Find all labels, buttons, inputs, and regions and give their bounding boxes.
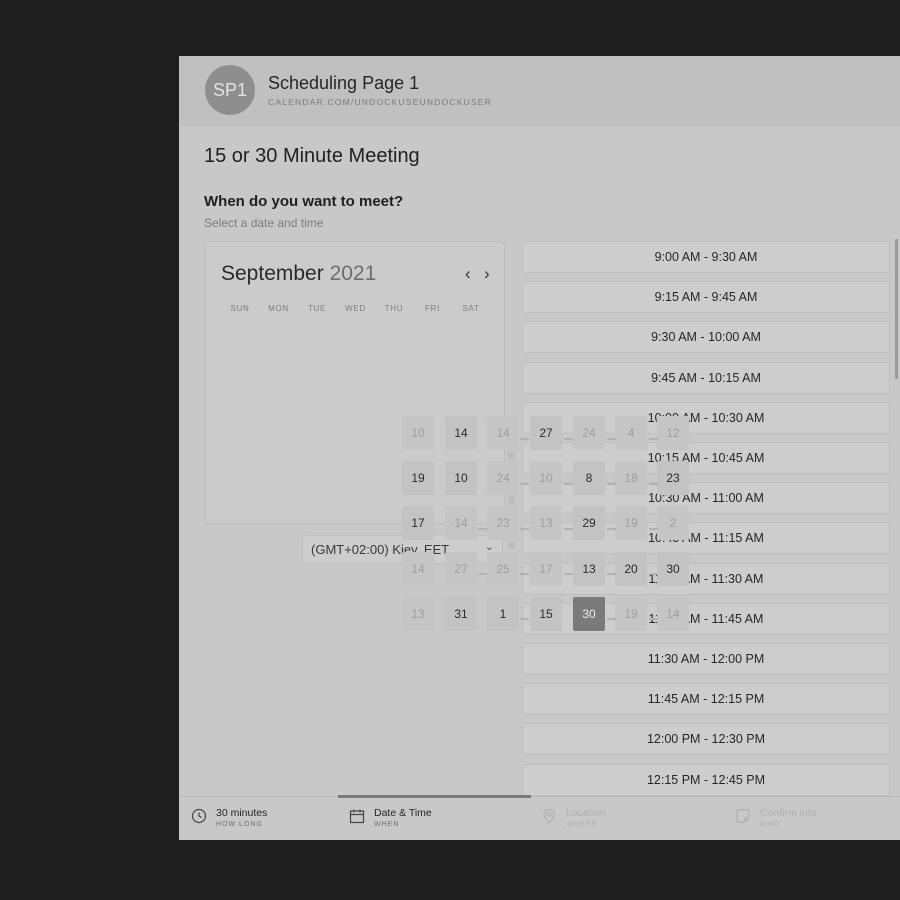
weekday-label: THU xyxy=(384,304,404,313)
time-slot-button[interactable]: 9:00 AM - 9:30 AM xyxy=(522,241,890,273)
calendar-month-label: September 2021 xyxy=(221,262,376,286)
calendar-day[interactable]: 19 xyxy=(615,506,647,540)
calendar-day[interactable]: 29 xyxy=(573,506,605,540)
calendar-day[interactable]: 27 xyxy=(530,416,562,450)
calendar-day[interactable]: 13 xyxy=(402,597,434,631)
calendar-day[interactable]: 8 xyxy=(573,461,605,495)
step-caption: WHERE xyxy=(566,821,598,828)
weekday-label: WED xyxy=(345,304,366,313)
step-progress-bar xyxy=(338,795,531,798)
scheduling-page-name: Scheduling Page 1 xyxy=(268,73,420,93)
step-label: 30 minutes xyxy=(216,807,268,819)
calendar-day[interactable]: 23 xyxy=(657,461,689,495)
time-slot-button[interactable]: 9:45 AM - 10:15 AM xyxy=(522,361,890,394)
time-slot-button[interactable]: 11:30 AM - 12:00 PM xyxy=(522,643,890,675)
step-caption: WHEN xyxy=(374,821,400,828)
scheduling-page-url: CALENDAR.COM/UNDOCKUSEUNDOCKUSER xyxy=(268,97,493,107)
weekday-label: SUN xyxy=(230,304,250,313)
chevron-left-icon[interactable]: ‹ xyxy=(465,264,471,284)
calendar-day[interactable]: 13 xyxy=(573,552,605,586)
step-label: Date & Time xyxy=(374,807,432,819)
calendar-day[interactable]: 1 xyxy=(487,597,519,631)
calendar-day[interactable]: 10 xyxy=(402,416,434,450)
calendar-day[interactable]: 17 xyxy=(530,552,562,586)
calendar-day[interactable]: 12 xyxy=(657,416,689,450)
time-slot-button[interactable]: 11:45 AM - 12:15 PM xyxy=(522,683,890,716)
calendar-day[interactable]: 27 xyxy=(445,552,477,586)
calendar-year: 2021 xyxy=(329,262,377,285)
calendar-day[interactable]: 15 xyxy=(530,597,562,631)
calendar-day[interactable]: 18 xyxy=(615,461,647,495)
time-slot-button[interactable]: 9:15 AM - 9:45 AM xyxy=(522,281,890,314)
chevron-right-icon[interactable]: › xyxy=(484,264,490,284)
calendar-day[interactable]: 10 xyxy=(530,461,562,495)
time-slot-button[interactable]: 12:15 PM - 12:45 PM xyxy=(522,763,890,796)
weekday-label: TUE xyxy=(307,304,327,313)
calendar-day[interactable]: 20 xyxy=(615,552,647,586)
section-question: When do you want to meet? xyxy=(204,193,404,210)
page-title: 15 or 30 Minute Meeting xyxy=(204,145,420,167)
step-caption: WHO xyxy=(760,821,781,828)
calendar-day[interactable]: 2 xyxy=(657,506,689,540)
page-header: SP1 Scheduling Page 1 CALENDAR.COM/UNDOC… xyxy=(179,56,900,126)
weekday-label: MON xyxy=(268,304,289,313)
weekday-label: FRI xyxy=(425,304,440,313)
calendar-day[interactable]: 13 xyxy=(530,506,562,540)
calendar-day[interactable]: 4 xyxy=(615,416,647,450)
step-label: Location xyxy=(566,807,606,819)
time-slot-button[interactable]: 12:00 PM - 12:30 PM xyxy=(522,723,890,756)
step-footer: 30 minutes HOW LONG Date & Time WHEN Locatio… xyxy=(179,795,900,840)
calendar-day[interactable]: 17 xyxy=(402,506,434,540)
calendar-month: September xyxy=(221,262,324,285)
calendar-day[interactable]: 14 xyxy=(445,416,477,450)
avatar: SP1 xyxy=(205,65,255,115)
calendar-day[interactable]: 25 xyxy=(487,552,519,586)
calendar-day[interactable]: 19 xyxy=(402,461,434,495)
section-subtitle: Select a date and time xyxy=(204,216,324,230)
scrollbar[interactable] xyxy=(895,239,898,379)
step-label: Confirm info xyxy=(760,807,817,819)
calendar-day[interactable]: 10 xyxy=(445,461,477,495)
calendar-day[interactable]: 19 xyxy=(615,597,647,631)
calendar-day[interactable]: 24 xyxy=(487,461,519,495)
calendar-day[interactable]: 14 xyxy=(402,552,434,586)
calendar-day[interactable]: 14 xyxy=(445,506,477,540)
time-slot-button[interactable]: 9:30 AM - 10:00 AM xyxy=(522,321,890,354)
calendar-day[interactable]: 31 xyxy=(445,597,477,631)
calendar-day[interactable]: 14 xyxy=(657,597,689,631)
calendar-day[interactable]: 14 xyxy=(487,416,519,450)
calendar-day[interactable]: 24 xyxy=(573,416,605,450)
step-caption: HOW LONG xyxy=(216,821,263,828)
weekday-label: SAT xyxy=(462,304,480,313)
calendar-day-selected[interactable]: 30 xyxy=(573,597,605,631)
calendar-day[interactable]: 23 xyxy=(487,506,519,540)
calendar-day[interactable]: 30 xyxy=(657,552,689,586)
